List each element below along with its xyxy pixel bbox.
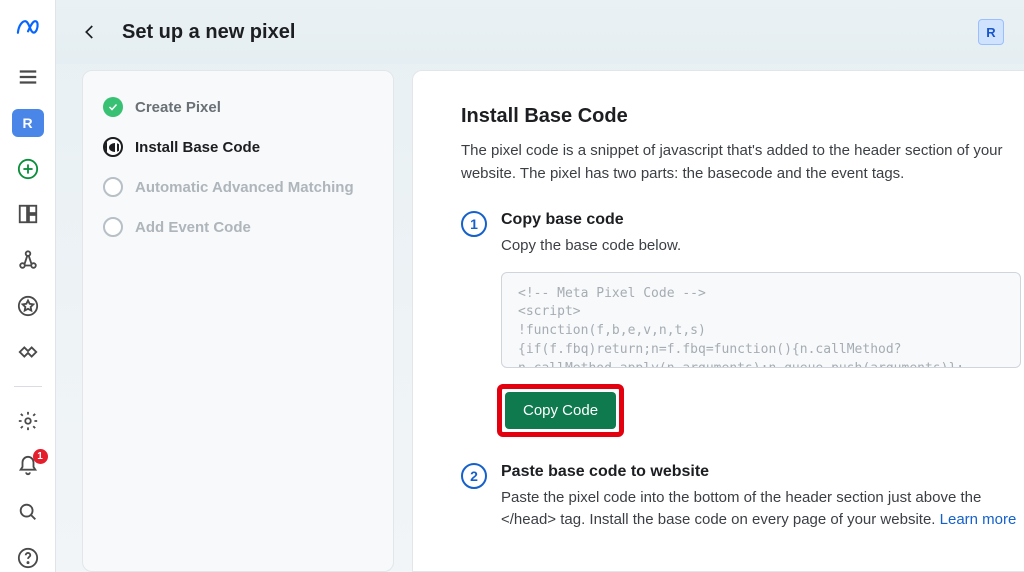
setup-stepper: Create Pixel Install Base Code Automatic… <box>82 70 394 572</box>
detail-panel: Install Base Code The pixel code is a sn… <box>412 70 1024 572</box>
account-badge[interactable]: R <box>12 109 44 137</box>
step-number-2: 2 <box>461 463 487 489</box>
page-title: Set up a new pixel <box>122 21 295 44</box>
add-icon[interactable] <box>12 155 44 183</box>
empty-circle-icon <box>103 217 123 237</box>
layout-icon[interactable] <box>12 200 44 228</box>
back-button[interactable] <box>76 18 104 46</box>
step-number-1: 1 <box>461 211 487 237</box>
half-circle-icon <box>103 137 123 157</box>
step-label: Add Event Code <box>135 219 251 236</box>
top-account-badge[interactable]: R <box>978 19 1004 45</box>
substep-desc: Paste the pixel code into the bottom of … <box>501 487 1021 532</box>
left-icon-rail: R 1 <box>0 0 56 572</box>
top-bar: Set up a new pixel R <box>56 0 1024 64</box>
substep-desc: Copy the base code below. <box>501 235 1021 258</box>
meta-logo-icon <box>15 14 41 45</box>
substep-title: Paste base code to website <box>501 463 1024 481</box>
star-icon[interactable] <box>12 292 44 320</box>
notifications-icon[interactable]: 1 <box>12 453 44 481</box>
substep-desc-text: Paste the pixel code into the bottom of … <box>501 489 981 529</box>
notification-badge: 1 <box>33 449 48 464</box>
step-label: Create Pixel <box>135 99 221 116</box>
highlight-box: Copy Code <box>497 384 624 437</box>
step-label: Automatic Advanced Matching <box>135 179 354 196</box>
step-label: Install Base Code <box>135 139 260 156</box>
step-create-pixel[interactable]: Create Pixel <box>103 97 373 117</box>
detail-intro: The pixel code is a snippet of javascrip… <box>461 140 1021 185</box>
learn-more-link[interactable]: Learn more <box>940 511 1017 528</box>
pixel-code-box[interactable]: <!-- Meta Pixel Code --> <script> !funct… <box>501 272 1021 368</box>
check-icon <box>103 97 123 117</box>
help-icon[interactable] <box>12 544 44 572</box>
handshake-icon[interactable] <box>12 338 44 366</box>
menu-icon[interactable] <box>12 63 44 91</box>
detail-heading: Install Base Code <box>461 105 1024 128</box>
share-icon[interactable] <box>12 246 44 274</box>
step-advanced-matching[interactable]: Automatic Advanced Matching <box>103 177 373 197</box>
empty-circle-icon <box>103 177 123 197</box>
substep-copy-base-code: 1 Copy base code Copy the base code belo… <box>461 211 1024 258</box>
substep-paste-base-code: 2 Paste base code to website Paste the p… <box>461 463 1024 532</box>
copy-code-button[interactable]: Copy Code <box>505 392 616 429</box>
settings-icon[interactable] <box>12 407 44 435</box>
rail-divider <box>14 386 42 387</box>
search-icon[interactable] <box>12 498 44 526</box>
substep-title: Copy base code <box>501 211 1024 229</box>
step-add-event-code[interactable]: Add Event Code <box>103 217 373 237</box>
step-install-base-code[interactable]: Install Base Code <box>103 137 373 157</box>
